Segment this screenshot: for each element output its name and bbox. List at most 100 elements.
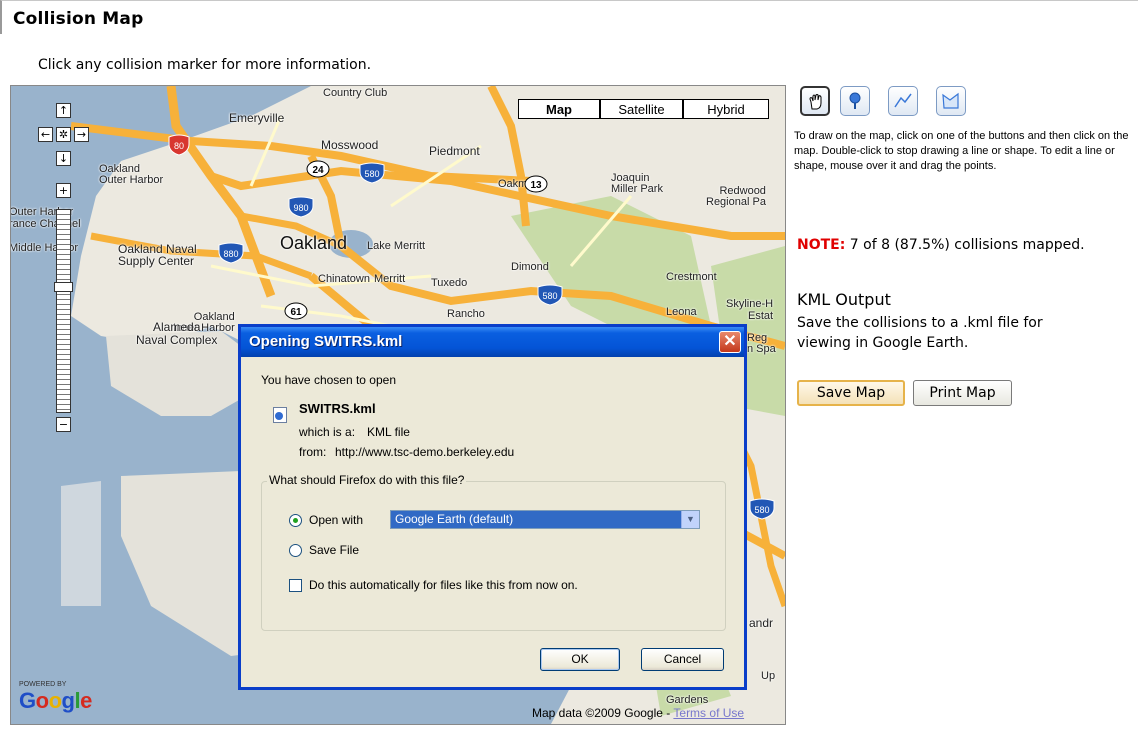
chevron-down-icon[interactable]: ▼ <box>681 511 699 528</box>
shield-label: 61 <box>290 307 302 318</box>
map-label-oakland: Oakland <box>280 233 348 253</box>
powered-by-label: POWERED BY <box>19 681 67 688</box>
auto-action-checkbox[interactable] <box>289 579 302 592</box>
state-route-icon: 13 <box>524 175 548 193</box>
terms-of-use-link[interactable]: Terms of Use <box>673 706 744 720</box>
save-map-button[interactable]: Save Map <box>797 380 905 406</box>
shield-label: 880 <box>223 249 238 259</box>
auto-action-label[interactable]: Do this automatically for files like thi… <box>309 578 578 592</box>
map-type-hybrid-button[interactable]: Hybrid <box>683 99 769 119</box>
map-type-satellite-button[interactable]: Satellite <box>600 99 683 119</box>
state-route-icon: 24 <box>306 160 330 178</box>
map-label-emeryville: Emeryville <box>229 111 285 125</box>
kml-output-heading: KML Output <box>797 290 891 309</box>
hand-icon <box>809 94 822 110</box>
file-source-label: from: <box>299 445 327 459</box>
chosen-to-open-text: You have chosen to open <box>261 373 397 387</box>
map-type-map-button[interactable]: Map <box>518 99 600 119</box>
map-label-piedmont: Piedmont <box>429 144 480 158</box>
open-with-select[interactable]: Google Earth (default) ▼ <box>390 510 700 529</box>
open-with-value: Google Earth (default) <box>395 512 514 526</box>
map-instructions: Click any collision marker for more info… <box>38 57 372 73</box>
copyright-text: Map data ©2009 Google - <box>532 706 674 720</box>
map-label-gardens: Gardens <box>666 694 709 706</box>
map-label-merritt: Merritt <box>374 273 406 285</box>
placemark-icon <box>849 92 861 109</box>
pan-right-icon[interactable]: → <box>74 127 89 142</box>
page-title: Collision Map <box>13 9 144 29</box>
map-label-skyline: Skyline-H Estat <box>726 298 774 322</box>
page-header: Collision Map <box>0 0 1138 34</box>
map-label-oakland-naval: Oakland Naval Supply Center <box>118 242 197 268</box>
shield-label: 980 <box>293 203 308 213</box>
map-label-dimond: Dimond <box>511 261 549 273</box>
save-file-label[interactable]: Save File <box>309 543 359 557</box>
map-label-chinatown: Chinatown <box>318 273 370 285</box>
map-copyright: Map data ©2009 Google - Terms of Use <box>532 706 744 720</box>
open-with-radio[interactable] <box>289 514 302 527</box>
file-type-label: which is a: <box>299 425 356 439</box>
polygon-icon <box>942 92 959 109</box>
shield-label: 13 <box>530 180 542 191</box>
marker-tool-button[interactable] <box>840 86 870 116</box>
print-map-button[interactable]: Print Map <box>913 380 1012 406</box>
zoom-out-icon[interactable]: − <box>56 417 71 432</box>
shield-label: 80 <box>174 141 184 151</box>
note-label: NOTE: <box>797 237 846 253</box>
shield-label: 580 <box>542 291 557 301</box>
cancel-button[interactable]: Cancel <box>641 648 724 671</box>
interstate-shield-icon: 80 <box>168 134 190 156</box>
action-question: What should Firefox do with this file? <box>267 473 467 487</box>
map-label-andr: andr <box>749 616 774 630</box>
map-label-mosswood: Mosswood <box>321 138 379 152</box>
polyline-icon <box>894 93 912 108</box>
interstate-shield-icon: 880 <box>218 242 244 264</box>
shape-tool-button[interactable] <box>936 86 966 116</box>
interstate-shield-icon: 580 <box>749 498 775 520</box>
google-logo[interactable]: POWERED BY Google <box>19 681 92 714</box>
dialog-filename: SWITRS.kml <box>299 401 376 416</box>
map-label-rancho: Rancho <box>447 308 485 320</box>
shield-label: 580 <box>754 505 769 515</box>
zoom-in-icon[interactable]: + <box>56 183 71 198</box>
map-label-country-club: Country Club <box>323 87 388 99</box>
map-label-crestmont: Crestmont <box>666 271 717 283</box>
mapped-note: NOTE: 7 of 8 (87.5%) collisions mapped. <box>797 237 1085 253</box>
map-label-reg: Reg n Spa <box>747 332 776 355</box>
pan-reset-icon[interactable]: ✲ <box>56 127 71 142</box>
shield-label: 580 <box>364 169 379 179</box>
zoom-slider[interactable] <box>56 209 71 413</box>
pan-left-icon[interactable]: ← <box>38 127 53 142</box>
dialog-titlebar[interactable]: Opening SWITRS.kml <box>241 327 744 357</box>
interstate-shield-icon: 580 <box>359 162 385 184</box>
map-label-oakland-outer-harbor: Oakland Outer Harbor <box>99 163 164 186</box>
map-label-up: Up <box>761 670 776 682</box>
file-source-value: http://www.tsc-demo.berkeley.edu <box>335 445 515 459</box>
file-type-value: KML file <box>367 425 410 439</box>
dialog-title: Opening SWITRS.kml <box>249 333 403 350</box>
pan-down-icon[interactable]: ↓ <box>56 151 71 166</box>
state-route-icon: 61 <box>284 302 308 320</box>
map-label-leona: Leona <box>666 306 697 318</box>
map-label-tuxedo: Tuxedo <box>431 277 468 289</box>
kml-output-description: Save the collisions to a .kml file for v… <box>797 315 1043 351</box>
drawing-help-text: To draw on the map, click on one of the … <box>794 130 1129 172</box>
map-label-lake-merritt: Lake Merritt <box>367 240 426 252</box>
zoom-slider-thumb[interactable] <box>54 282 73 292</box>
kml-file-icon <box>273 407 287 423</box>
map-label-joaquin-miller: Joaquin Miller Park <box>611 172 663 195</box>
opening-file-dialog: Opening SWITRS.kml ✕ You have chosen to … <box>238 324 747 690</box>
ok-button[interactable]: OK <box>540 648 620 671</box>
interstate-shield-icon: 980 <box>288 196 314 218</box>
open-with-label[interactable]: Open with <box>309 513 363 527</box>
line-tool-button[interactable] <box>888 86 918 116</box>
map-label-alameda-naval: Alameda Naval Complex <box>136 320 218 347</box>
hand-tool-button[interactable] <box>800 86 830 116</box>
google-wordmark: Google <box>19 688 92 713</box>
pan-up-icon[interactable]: ↑ <box>56 103 71 118</box>
shield-label: 24 <box>312 165 324 176</box>
interstate-shield-icon: 580 <box>537 284 563 306</box>
note-text: 7 of 8 (87.5%) collisions mapped. <box>845 237 1085 253</box>
dialog-close-icon[interactable]: ✕ <box>719 331 741 353</box>
save-file-radio[interactable] <box>289 544 302 557</box>
